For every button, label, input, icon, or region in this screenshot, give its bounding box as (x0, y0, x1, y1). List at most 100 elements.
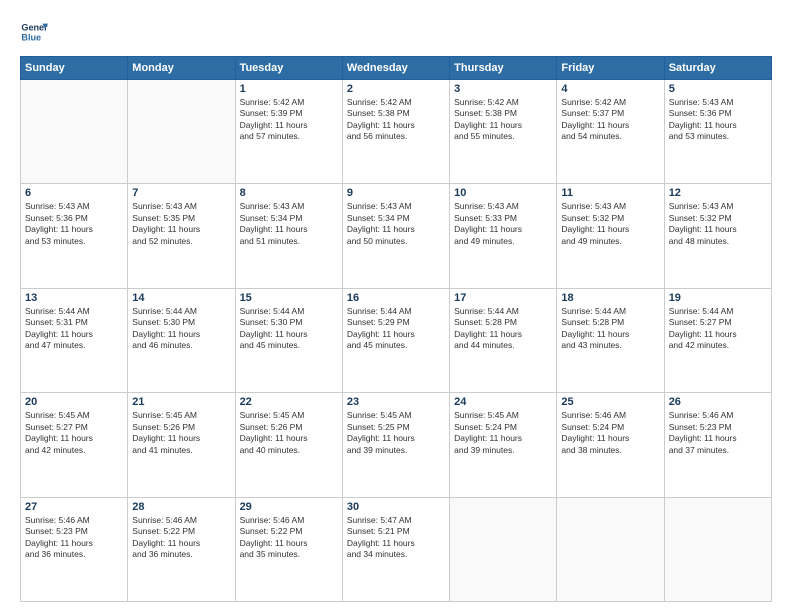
cell-details: Sunrise: 5:45 AM Sunset: 5:27 PM Dayligh… (25, 410, 123, 456)
weekday-header-friday: Friday (557, 57, 664, 80)
cell-details: Sunrise: 5:43 AM Sunset: 5:32 PM Dayligh… (669, 201, 767, 247)
day-number: 18 (561, 292, 659, 304)
calendar-cell: 22 Sunrise: 5:45 AM Sunset: 5:26 PM Dayli… (235, 393, 342, 497)
calendar-cell: 2Sunrise: 5:42 AM Sunset: 5:38 PM Daylig… (342, 80, 449, 184)
svg-text:Blue: Blue (21, 32, 41, 42)
day-number: 25 (561, 396, 659, 408)
weekday-header-thursday: Thursday (450, 57, 557, 80)
cell-details: Sunrise: 5:42 AM Sunset: 5:38 PM Dayligh… (454, 97, 552, 143)
weekday-header-monday: Monday (128, 57, 235, 80)
cell-details: Sunrise: 5:45 AM Sunset: 5:26 PM Dayligh… (240, 410, 338, 456)
calendar-cell: 12 Sunrise: 5:43 AM Sunset: 5:32 PM Dayli… (664, 184, 771, 288)
calendar-cell: 28 Sunrise: 5:46 AM Sunset: 5:22 PM Dayli… (128, 497, 235, 601)
day-number: 2 (347, 83, 445, 95)
day-number: 22 (240, 396, 338, 408)
calendar-cell: 24 Sunrise: 5:45 AM Sunset: 5:24 PM Dayli… (450, 393, 557, 497)
calendar-cell: 14 Sunrise: 5:44 AM Sunset: 5:30 PM Dayli… (128, 288, 235, 392)
calendar-cell: 16 Sunrise: 5:44 AM Sunset: 5:29 PM Dayli… (342, 288, 449, 392)
calendar-cell: 5 Sunrise: 5:43 AM Sunset: 5:36 PM Daylig… (664, 80, 771, 184)
day-number: 12 (669, 187, 767, 199)
day-number: 4 (561, 83, 659, 95)
weekday-header-wednesday: Wednesday (342, 57, 449, 80)
day-number: 27 (25, 501, 123, 513)
cell-details: Sunrise: 5:44 AM Sunset: 5:31 PM Dayligh… (25, 306, 123, 352)
calendar-cell (21, 80, 128, 184)
calendar-cell: 25 Sunrise: 5:46 AM Sunset: 5:24 PM Dayli… (557, 393, 664, 497)
calendar-cell: 19 Sunrise: 5:44 AM Sunset: 5:27 PM Dayli… (664, 288, 771, 392)
cell-details: Sunrise: 5:46 AM Sunset: 5:22 PM Dayligh… (132, 515, 230, 561)
day-number: 16 (347, 292, 445, 304)
calendar-cell: 30 Sunrise: 5:47 AM Sunset: 5:21 PM Dayli… (342, 497, 449, 601)
calendar-row-3: 20 Sunrise: 5:45 AM Sunset: 5:27 PM Dayli… (21, 393, 772, 497)
day-number: 21 (132, 396, 230, 408)
calendar-cell: 17 Sunrise: 5:44 AM Sunset: 5:28 PM Dayli… (450, 288, 557, 392)
calendar-cell: 23Sunrise: 5:45 AM Sunset: 5:25 PM Dayli… (342, 393, 449, 497)
cell-details: Sunrise: 5:44 AM Sunset: 5:29 PM Dayligh… (347, 306, 445, 352)
calendar-row-4: 27 Sunrise: 5:46 AM Sunset: 5:23 PM Dayli… (21, 497, 772, 601)
cell-details: Sunrise: 5:45 AM Sunset: 5:24 PM Dayligh… (454, 410, 552, 456)
calendar-cell: 1 Sunrise: 5:42 AM Sunset: 5:39 PM Daylig… (235, 80, 342, 184)
cell-details: Sunrise: 5:46 AM Sunset: 5:23 PM Dayligh… (669, 410, 767, 456)
cell-details: Sunrise: 5:43 AM Sunset: 5:35 PM Dayligh… (132, 201, 230, 247)
header: General Blue (20, 18, 772, 46)
calendar-cell: 29 Sunrise: 5:46 AM Sunset: 5:22 PM Dayli… (235, 497, 342, 601)
day-number: 13 (25, 292, 123, 304)
day-number: 28 (132, 501, 230, 513)
calendar-cell (450, 497, 557, 601)
calendar-table: SundayMondayTuesdayWednesdayThursdayFrid… (20, 56, 772, 602)
day-number: 30 (347, 501, 445, 513)
calendar-cell: 9Sunrise: 5:43 AM Sunset: 5:34 PM Daylig… (342, 184, 449, 288)
page: General Blue SundayMondayTuesdayWednesda… (0, 0, 792, 612)
cell-details: Sunrise: 5:42 AM Sunset: 5:39 PM Dayligh… (240, 97, 338, 143)
day-number: 24 (454, 396, 552, 408)
day-number: 8 (240, 187, 338, 199)
cell-details: Sunrise: 5:47 AM Sunset: 5:21 PM Dayligh… (347, 515, 445, 561)
cell-details: Sunrise: 5:43 AM Sunset: 5:34 PM Dayligh… (240, 201, 338, 247)
calendar-cell: 10 Sunrise: 5:43 AM Sunset: 5:33 PM Dayli… (450, 184, 557, 288)
calendar-row-1: 6Sunrise: 5:43 AM Sunset: 5:36 PM Daylig… (21, 184, 772, 288)
day-number: 1 (240, 83, 338, 95)
calendar-cell (557, 497, 664, 601)
calendar-cell (664, 497, 771, 601)
day-number: 19 (669, 292, 767, 304)
cell-details: Sunrise: 5:44 AM Sunset: 5:30 PM Dayligh… (240, 306, 338, 352)
calendar-cell: 15 Sunrise: 5:44 AM Sunset: 5:30 PM Dayli… (235, 288, 342, 392)
day-number: 14 (132, 292, 230, 304)
cell-details: Sunrise: 5:46 AM Sunset: 5:24 PM Dayligh… (561, 410, 659, 456)
day-number: 29 (240, 501, 338, 513)
cell-details: Sunrise: 5:45 AM Sunset: 5:26 PM Dayligh… (132, 410, 230, 456)
calendar-cell: 21 Sunrise: 5:45 AM Sunset: 5:26 PM Dayli… (128, 393, 235, 497)
cell-details: Sunrise: 5:43 AM Sunset: 5:36 PM Dayligh… (669, 97, 767, 143)
day-number: 15 (240, 292, 338, 304)
cell-details: Sunrise: 5:46 AM Sunset: 5:23 PM Dayligh… (25, 515, 123, 561)
weekday-header-tuesday: Tuesday (235, 57, 342, 80)
calendar-cell (128, 80, 235, 184)
cell-details: Sunrise: 5:45 AM Sunset: 5:25 PM Dayligh… (347, 410, 445, 456)
day-number: 26 (669, 396, 767, 408)
day-number: 3 (454, 83, 552, 95)
calendar-cell: 11Sunrise: 5:43 AM Sunset: 5:32 PM Dayli… (557, 184, 664, 288)
calendar-cell: 6Sunrise: 5:43 AM Sunset: 5:36 PM Daylig… (21, 184, 128, 288)
day-number: 9 (347, 187, 445, 199)
day-number: 17 (454, 292, 552, 304)
day-number: 20 (25, 396, 123, 408)
cell-details: Sunrise: 5:43 AM Sunset: 5:36 PM Dayligh… (25, 201, 123, 247)
calendar-cell: 4 Sunrise: 5:42 AM Sunset: 5:37 PM Daylig… (557, 80, 664, 184)
weekday-header-saturday: Saturday (664, 57, 771, 80)
cell-details: Sunrise: 5:44 AM Sunset: 5:27 PM Dayligh… (669, 306, 767, 352)
cell-details: Sunrise: 5:44 AM Sunset: 5:28 PM Dayligh… (561, 306, 659, 352)
cell-details: Sunrise: 5:42 AM Sunset: 5:37 PM Dayligh… (561, 97, 659, 143)
cell-details: Sunrise: 5:44 AM Sunset: 5:30 PM Dayligh… (132, 306, 230, 352)
weekday-header-sunday: Sunday (21, 57, 128, 80)
cell-details: Sunrise: 5:43 AM Sunset: 5:33 PM Dayligh… (454, 201, 552, 247)
calendar-cell: 27 Sunrise: 5:46 AM Sunset: 5:23 PM Dayli… (21, 497, 128, 601)
day-number: 11 (561, 187, 659, 199)
cell-details: Sunrise: 5:44 AM Sunset: 5:28 PM Dayligh… (454, 306, 552, 352)
day-number: 5 (669, 83, 767, 95)
weekday-header-row: SundayMondayTuesdayWednesdayThursdayFrid… (21, 57, 772, 80)
cell-details: Sunrise: 5:46 AM Sunset: 5:22 PM Dayligh… (240, 515, 338, 561)
day-number: 10 (454, 187, 552, 199)
calendar-row-0: 1 Sunrise: 5:42 AM Sunset: 5:39 PM Daylig… (21, 80, 772, 184)
calendar-cell: 26 Sunrise: 5:46 AM Sunset: 5:23 PM Dayli… (664, 393, 771, 497)
logo: General Blue (20, 18, 48, 46)
